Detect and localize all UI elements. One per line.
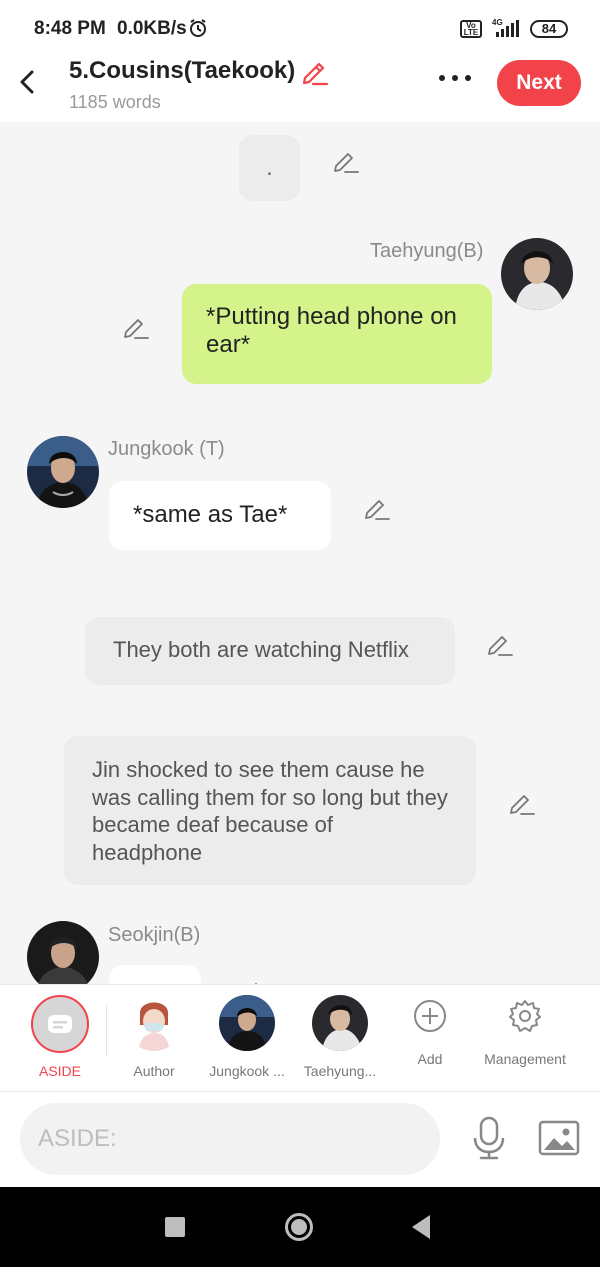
chat-message[interactable]: *Putting head phone on ear*: [182, 284, 492, 384]
avatar[interactable]: [27, 436, 99, 508]
speaker-name: Seokjin(B): [108, 924, 201, 946]
input-bar: [0, 1092, 600, 1187]
divider: [106, 1005, 107, 1057]
status-network-speed: 0.0KB/s: [117, 18, 187, 39]
author-avatar: [126, 995, 182, 1051]
alarm-icon: [190, 19, 206, 37]
avatar[interactable]: [27, 921, 99, 984]
battery-icon: 84: [530, 20, 568, 38]
header: 5.Cousins(Taekook) 1185 words Next: [0, 56, 600, 122]
edit-title-icon[interactable]: [299, 56, 329, 86]
volte-icon: Vo LTE: [460, 20, 482, 38]
chat-message[interactable]: [109, 965, 201, 984]
char-aside[interactable]: ASIDE: [20, 985, 100, 1093]
edit-pencil-icon[interactable]: [122, 312, 150, 340]
system-nav-bar: [0, 1187, 600, 1267]
home-button[interactable]: [285, 1213, 313, 1241]
character-bar: ASIDE Author Jungkook ... Taehyung... Ad…: [0, 984, 600, 1092]
char-management[interactable]: Management: [474, 985, 576, 1093]
aside-input[interactable]: [20, 1103, 440, 1175]
add-circle-icon: [414, 1000, 446, 1032]
aside-badge: [31, 995, 89, 1053]
status-bar: 8:48 PM 0.0KB/s Vo LTE 4G 84: [0, 0, 600, 56]
avatar[interactable]: [501, 238, 573, 310]
edit-pencil-icon[interactable]: [486, 629, 514, 657]
next-button[interactable]: Next: [497, 60, 581, 106]
title-row: 5.Cousins(Taekook): [69, 56, 329, 86]
microphone-icon[interactable]: [470, 1116, 508, 1160]
word-count: 1185 words: [69, 92, 161, 112]
chat-message[interactable]: *same as Tae*: [109, 481, 331, 550]
edit-pencil-icon[interactable]: [332, 146, 360, 174]
speaker-name: Taehyung(B): [370, 240, 484, 262]
char-jungkook[interactable]: Jungkook ...: [204, 985, 290, 1093]
jungkook-avatar: [219, 995, 275, 1051]
narration-bubble[interactable]: Jin shocked to see them cause he was cal…: [64, 736, 476, 885]
chat-area[interactable]: . Taehyung(B) *Putting head phone on ear…: [0, 122, 600, 984]
signal-icon: 4G: [492, 18, 519, 37]
char-taehyung[interactable]: Taehyung...: [298, 985, 382, 1093]
image-icon[interactable]: [538, 1120, 580, 1156]
narration-bubble-dot[interactable]: .: [239, 135, 300, 201]
story-title: 5.Cousins(Taekook): [69, 57, 296, 84]
char-author[interactable]: Author: [114, 985, 194, 1093]
edit-pencil-icon[interactable]: [240, 976, 268, 984]
speaker-name: Jungkook (T): [108, 438, 225, 460]
taehyung-avatar: [312, 995, 368, 1051]
more-options-icon[interactable]: [436, 68, 474, 88]
gear-icon: [509, 1000, 541, 1032]
edit-pencil-icon[interactable]: [363, 493, 391, 521]
narration-bubble[interactable]: They both are watching Netflix: [85, 617, 455, 685]
chat-aside-icon: [48, 1015, 72, 1033]
char-add[interactable]: Add: [395, 985, 465, 1093]
svg-text:4G: 4G: [492, 18, 503, 27]
system-back-button[interactable]: [412, 1215, 430, 1239]
status-time: 8:48 PM: [34, 18, 106, 39]
back-arrow-icon[interactable]: [16, 68, 40, 96]
recent-apps-button[interactable]: [165, 1217, 185, 1237]
edit-pencil-icon[interactable]: [508, 788, 536, 816]
